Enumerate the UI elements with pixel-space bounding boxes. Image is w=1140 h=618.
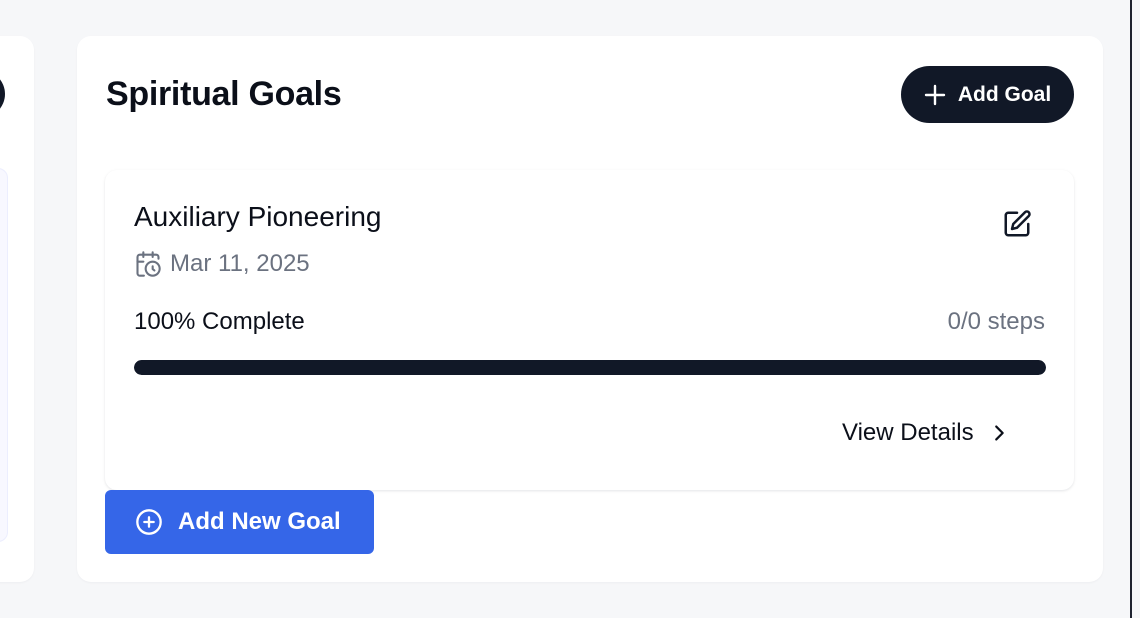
add-new-goal-label: Add New Goal [178,508,341,535]
edit-goal-button[interactable] [998,205,1036,243]
steps-count: 0/0 steps [947,308,1045,335]
previous-panel-inner-content [0,168,8,542]
goal-date: Mar 11, 2025 [134,249,310,279]
plus-circle-icon [135,508,163,536]
window-edge-divider [1130,0,1132,618]
page-title: Spiritual Goals [106,75,342,113]
view-details-label: View Details [842,419,974,446]
pencil-square-icon [1002,209,1032,239]
chevron-right-icon [988,422,1010,444]
goal-title: Auxiliary Pioneering [134,201,382,232]
add-new-goal-button[interactable]: Add New Goal [105,490,374,554]
view-details-link[interactable]: View Details [842,416,1010,450]
plus-icon [924,84,946,106]
progress-bar-fill [134,360,1046,375]
add-goal-button[interactable]: Add Goal [901,66,1074,123]
goal-date-text: Mar 11, 2025 [170,250,310,277]
progress-label: 100% Complete [134,308,305,335]
progress-bar [134,360,1046,375]
add-goal-label: Add Goal [957,82,1052,106]
calendar-clock-icon [134,250,162,278]
